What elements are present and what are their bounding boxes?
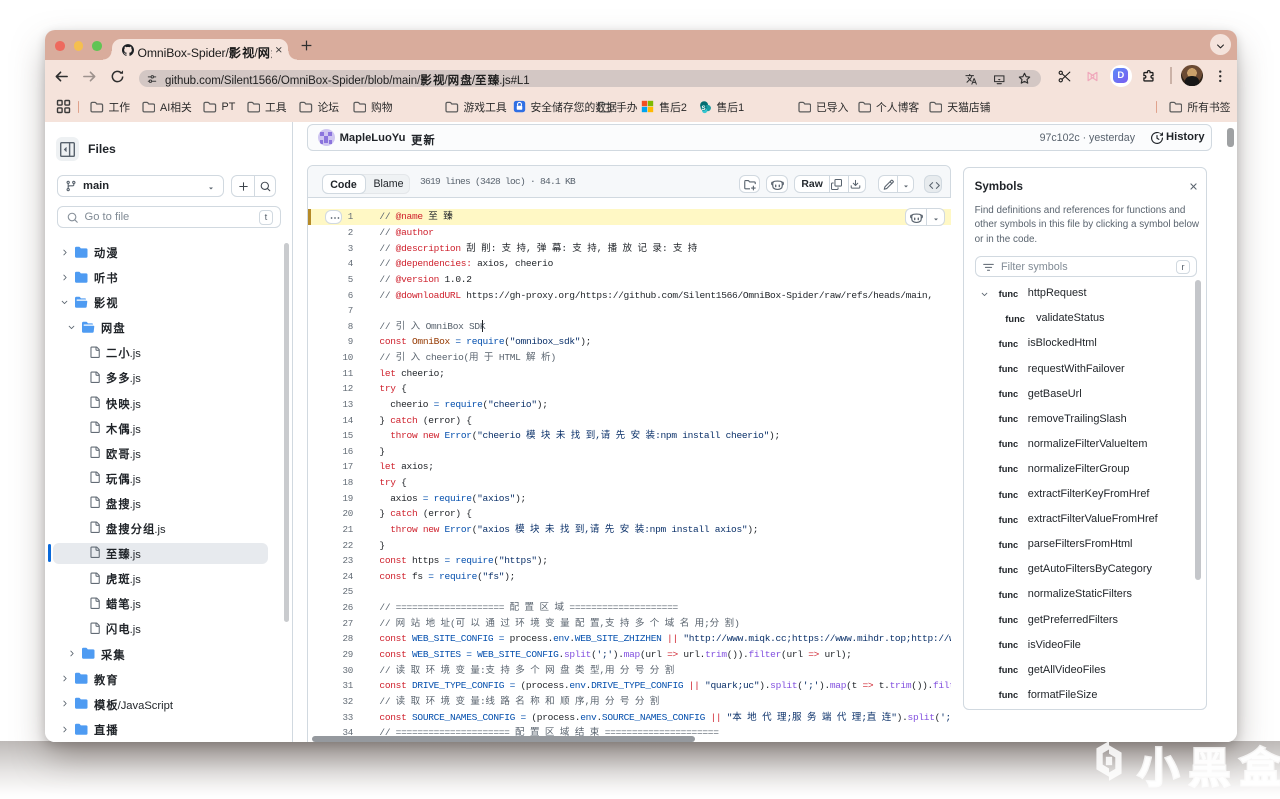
- svg-text:S: S: [701, 104, 705, 111]
